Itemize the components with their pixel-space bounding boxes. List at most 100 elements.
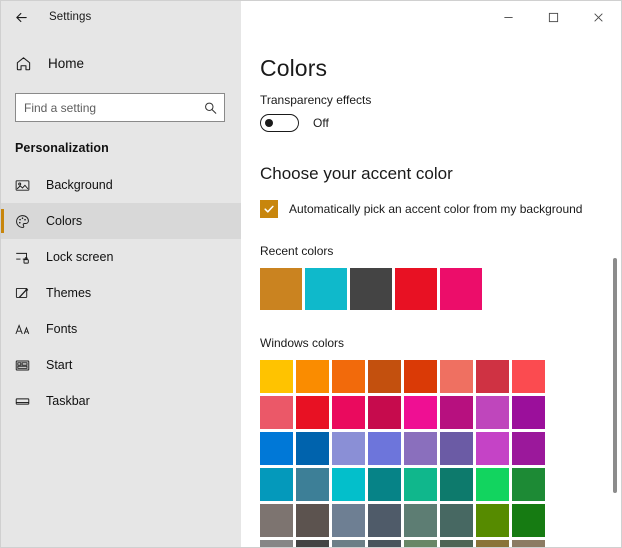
windows-color-swatch[interactable] [296, 432, 329, 465]
windows-color-swatch[interactable] [404, 360, 437, 393]
auto-accent-label: Automatically pick an accent color from … [289, 202, 582, 216]
windows-color-swatch[interactable] [476, 360, 509, 393]
windows-color-swatch[interactable] [512, 468, 545, 501]
back-arrow-icon[interactable] [1, 1, 41, 33]
windows-color-swatch[interactable] [476, 396, 509, 429]
windows-color-swatch[interactable] [368, 468, 401, 501]
accent-color-heading: Choose your accent color [260, 164, 621, 184]
windows-color-swatch[interactable] [260, 540, 293, 547]
windows-color-swatch[interactable] [476, 504, 509, 537]
windows-color-swatch[interactable] [512, 360, 545, 393]
windows-color-swatch[interactable] [476, 432, 509, 465]
windows-color-swatch[interactable] [332, 396, 365, 429]
sidebar-item-background[interactable]: Background [1, 167, 241, 203]
windows-color-swatch[interactable] [440, 504, 473, 537]
transparency-toggle-row: Off [260, 114, 621, 132]
windows-color-swatch[interactable] [368, 360, 401, 393]
windows-color-swatch[interactable] [512, 432, 545, 465]
windows-color-swatch[interactable] [512, 540, 545, 547]
recent-colors-title: Recent colors [260, 244, 621, 258]
windows-color-swatch[interactable] [404, 504, 437, 537]
palette-icon [15, 214, 35, 229]
windows-color-swatch[interactable] [332, 504, 365, 537]
home-icon [15, 55, 37, 72]
windows-color-swatch[interactable] [440, 540, 473, 547]
windows-color-swatch[interactable] [296, 360, 329, 393]
windows-color-swatch[interactable] [512, 396, 545, 429]
windows-color-swatch[interactable] [404, 432, 437, 465]
main-inner: Colors Transparency effects Off Choose y… [241, 33, 621, 547]
windows-color-swatch[interactable] [260, 504, 293, 537]
windows-color-swatch[interactable] [368, 396, 401, 429]
windows-color-swatch[interactable] [440, 468, 473, 501]
lock-screen-icon [15, 250, 35, 265]
maximize-button[interactable] [531, 1, 576, 33]
windows-color-swatch[interactable] [332, 432, 365, 465]
search-wrapper [1, 81, 241, 122]
windows-color-swatch[interactable] [404, 468, 437, 501]
close-button[interactable] [576, 1, 621, 33]
title-bar-left: Settings [1, 1, 241, 33]
windows-color-swatch[interactable] [260, 396, 293, 429]
search-input[interactable] [16, 94, 224, 121]
recent-colors-row [260, 268, 621, 310]
windows-color-swatch[interactable] [476, 540, 509, 547]
sidebar: Home Personalization [1, 33, 241, 547]
windows-color-swatch[interactable] [296, 504, 329, 537]
sidebar-item-home[interactable]: Home [1, 45, 241, 81]
windows-color-swatch[interactable] [296, 540, 329, 547]
transparency-toggle[interactable] [260, 114, 299, 132]
windows-color-swatch[interactable] [512, 504, 545, 537]
recent-color-swatch[interactable] [305, 268, 347, 310]
windows-color-swatch[interactable] [440, 432, 473, 465]
windows-color-swatch[interactable] [260, 432, 293, 465]
transparency-label: Transparency effects [260, 93, 621, 107]
page-title: Colors [260, 55, 621, 82]
windows-color-swatch[interactable] [440, 360, 473, 393]
windows-color-swatch[interactable] [332, 360, 365, 393]
minimize-button[interactable] [486, 1, 531, 33]
main-scrollbar[interactable] [611, 33, 618, 547]
transparency-state: Off [313, 116, 329, 130]
scrollbar-thumb[interactable] [613, 258, 617, 493]
windows-color-swatch[interactable] [260, 468, 293, 501]
sidebar-section-label: Personalization [1, 122, 241, 165]
themes-brush-icon [15, 286, 35, 301]
sidebar-item-taskbar[interactable]: Taskbar [1, 383, 241, 419]
sidebar-item-colors[interactable]: Colors [1, 203, 241, 239]
windows-color-swatch[interactable] [260, 360, 293, 393]
sidebar-label-start: Start [46, 358, 72, 372]
toggle-knob [265, 119, 273, 127]
windows-color-swatch[interactable] [296, 468, 329, 501]
windows-color-swatch[interactable] [440, 396, 473, 429]
windows-color-swatch[interactable] [332, 468, 365, 501]
sidebar-item-start[interactable]: Start [1, 347, 241, 383]
sidebar-nav-list: Background Colors [1, 165, 241, 419]
recent-color-swatch[interactable] [440, 268, 482, 310]
sidebar-item-fonts[interactable]: Fonts [1, 311, 241, 347]
search-box[interactable] [15, 93, 225, 122]
windows-color-swatch[interactable] [476, 468, 509, 501]
windows-color-swatch[interactable] [368, 504, 401, 537]
recent-color-swatch[interactable] [260, 268, 302, 310]
windows-color-swatch[interactable] [404, 396, 437, 429]
windows-color-swatch[interactable] [368, 540, 401, 547]
windows-color-swatch[interactable] [404, 540, 437, 547]
windows-color-swatch[interactable] [332, 540, 365, 547]
windows-color-swatch[interactable] [296, 396, 329, 429]
start-tiles-icon [15, 358, 35, 373]
recent-color-swatch[interactable] [350, 268, 392, 310]
windows-colors-title: Windows colors [260, 336, 621, 350]
auto-accent-checkbox[interactable] [260, 200, 278, 218]
taskbar-icon [15, 394, 35, 409]
sidebar-item-lock-screen[interactable]: Lock screen [1, 239, 241, 275]
auto-accent-row[interactable]: Automatically pick an accent color from … [260, 200, 621, 218]
settings-window: Settings [0, 0, 622, 548]
fonts-aa-icon [15, 322, 35, 337]
sidebar-item-themes[interactable]: Themes [1, 275, 241, 311]
picture-icon [15, 178, 35, 193]
search-icon[interactable] [204, 101, 217, 114]
sidebar-label-themes: Themes [46, 286, 91, 300]
windows-color-swatch[interactable] [368, 432, 401, 465]
recent-color-swatch[interactable] [395, 268, 437, 310]
